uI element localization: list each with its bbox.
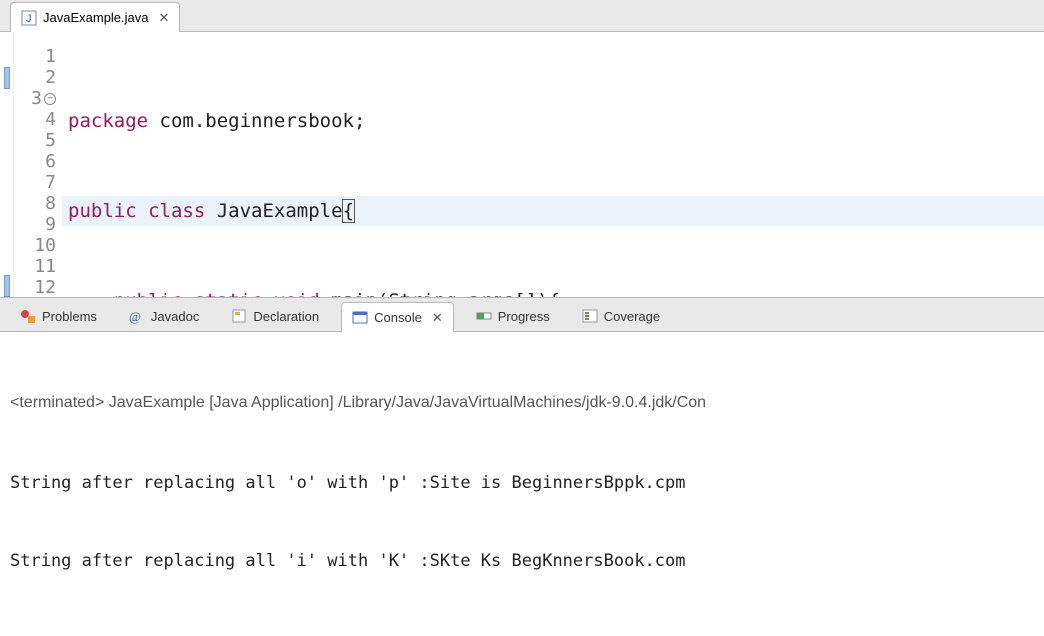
caret-bracket: { (343, 200, 354, 222)
code-line: public class JavaExample{ (62, 196, 1044, 226)
code-line: package com.beginnersbook; (62, 106, 1044, 136)
console-output[interactable]: <terminated> JavaExample [Java Applicati… (0, 332, 1044, 636)
line-number: 1 (45, 46, 56, 67)
code-editor[interactable]: 1 2 3− 4 5 6 7 8 9 10 11 12 package com.… (0, 32, 1044, 297)
console-line: String after replacing all 'i' with 'K' … (10, 548, 1034, 574)
tab-progress[interactable]: Progress (466, 301, 560, 331)
console-icon (352, 310, 368, 326)
tab-label: Progress (498, 309, 550, 324)
svg-text:J: J (26, 13, 32, 25)
progress-icon (476, 308, 492, 324)
tab-label: Declaration (253, 309, 319, 324)
coverage-icon (582, 308, 598, 324)
svg-text:@: @ (129, 309, 141, 324)
tab-label: Javadoc (151, 309, 199, 324)
line-number: 7 (45, 172, 56, 193)
fold-toggle-icon[interactable]: − (44, 93, 56, 105)
close-icon[interactable]: ✕ (159, 10, 170, 26)
console-line: String after replacing all 'o' with 'p' … (10, 470, 1034, 496)
java-file-icon: J (21, 10, 37, 26)
code-line: public static void main(String args[]){ (62, 286, 1044, 297)
file-tab-label: JavaExample.java (43, 10, 149, 25)
bottom-panel: Problems @ Javadoc Declaration Console ✕… (0, 297, 1044, 636)
line-number: 11 (34, 256, 56, 277)
line-number: 5 (45, 130, 56, 151)
occurrence-marker-icon (4, 275, 10, 297)
bottom-tab-bar: Problems @ Javadoc Declaration Console ✕… (0, 298, 1044, 332)
tab-label: Problems (42, 309, 97, 324)
declaration-icon (231, 308, 247, 324)
line-number: 12 (34, 277, 56, 297)
file-tab-javaexample[interactable]: J JavaExample.java ✕ (10, 2, 180, 32)
tab-label: Coverage (604, 309, 660, 324)
tab-label: Console (374, 310, 422, 325)
code-text-area[interactable]: package com.beginnersbook; public class … (62, 32, 1044, 297)
line-number: 9 (45, 214, 56, 235)
tab-javadoc[interactable]: @ Javadoc (119, 301, 209, 331)
line-number: 8 (45, 193, 56, 214)
tab-declaration[interactable]: Declaration (221, 301, 329, 331)
tab-console[interactable]: Console ✕ (341, 302, 454, 332)
javadoc-icon: @ (129, 308, 145, 324)
line-number: 3 (31, 88, 42, 109)
marker-column (0, 32, 14, 297)
tab-problems[interactable]: Problems (10, 301, 107, 331)
close-icon[interactable]: ✕ (432, 310, 443, 326)
tab-coverage[interactable]: Coverage (572, 301, 670, 331)
line-number-gutter: 1 2 3− 4 5 6 7 8 9 10 11 12 (14, 32, 62, 297)
problems-icon (20, 308, 36, 324)
console-process-label: <terminated> JavaExample [Java Applicati… (10, 390, 1034, 416)
line-number: 6 (45, 151, 56, 172)
line-number: 4 (45, 109, 56, 130)
occurrence-marker-icon (4, 67, 10, 89)
line-number: 2 (45, 67, 56, 88)
editor-tab-bar: J JavaExample.java ✕ (0, 0, 1044, 32)
line-number: 10 (34, 235, 56, 256)
